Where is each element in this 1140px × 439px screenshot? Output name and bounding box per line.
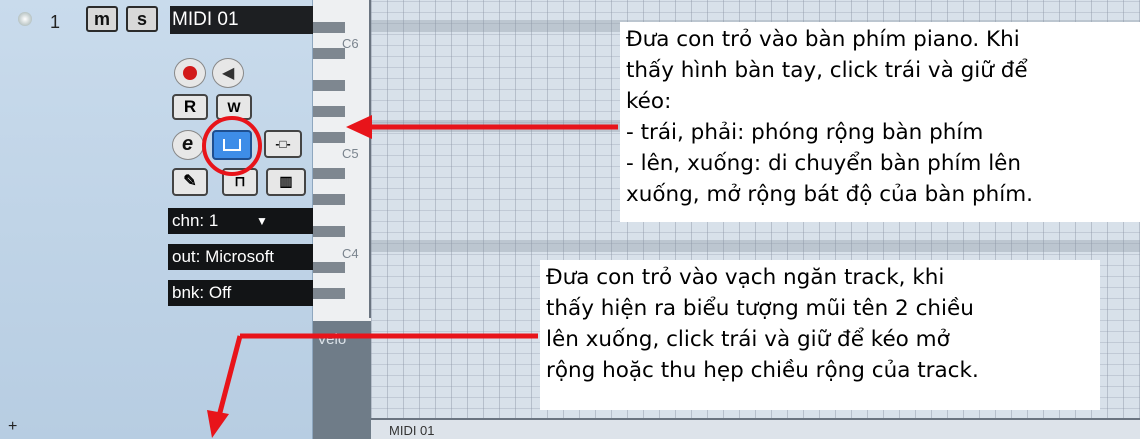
- track-inspector: 1 m s MIDI 01 ◀ R W e -□- ✎ ⊓ ▥ chn: 1 ▼…: [0, 0, 313, 439]
- speaker-icon: ◀: [222, 65, 235, 82]
- output-selector[interactable]: out: Microsoft: [168, 244, 313, 270]
- monitor-button[interactable]: ◀: [212, 58, 244, 88]
- pencil-icon: ✎: [183, 173, 197, 190]
- editor-tab[interactable]: MIDI 01: [389, 423, 435, 438]
- black-key: [313, 288, 345, 299]
- black-key: [313, 106, 345, 117]
- black-key: [313, 48, 345, 59]
- callout-line: thấy hiện ra biểu tượng mũi tên 2 chiều: [546, 296, 974, 321]
- record-enable-button[interactable]: [174, 58, 206, 88]
- velocity-lane[interactable]: Velo: [313, 318, 371, 439]
- bank-selector[interactable]: bnk: Off: [168, 280, 313, 306]
- callout-line: Đưa con trỏ vào bàn phím piano. Khi: [626, 27, 1020, 52]
- connector-icon: -□-: [275, 137, 291, 151]
- octave-label-c5: C5: [342, 146, 359, 161]
- callout-line: kéo:: [626, 89, 672, 114]
- callout-line: xuống, mở rộng bát độ của bàn phím.: [626, 182, 1033, 207]
- pencil-tool-button[interactable]: ✎: [172, 168, 208, 196]
- channel-selector[interactable]: chn: 1 ▼: [168, 208, 313, 234]
- track-name[interactable]: MIDI 01: [170, 6, 313, 34]
- black-key: [313, 168, 345, 179]
- velocity-label: Velo: [317, 331, 347, 348]
- mute-button[interactable]: m: [86, 6, 118, 32]
- callout-line: Đưa con trỏ vào vạch ngăn track, khi: [546, 265, 945, 290]
- callout-line: lên xuống, click trái và giữ để kéo mở: [546, 327, 950, 352]
- track-activity-indicator: [18, 12, 32, 26]
- write-automation-button[interactable]: W: [216, 94, 252, 120]
- lane-display-button[interactable]: [212, 130, 252, 160]
- piano-icon: ▥: [279, 173, 293, 189]
- octave-label-c4: C4: [342, 246, 359, 261]
- black-key: [313, 226, 345, 237]
- read-automation-button[interactable]: R: [172, 94, 208, 120]
- editor-tab-bar: MIDI 01: [371, 418, 1140, 439]
- track-number: 1: [50, 12, 61, 32]
- channel-value: chn: 1: [172, 211, 219, 230]
- black-key: [313, 132, 345, 143]
- record-icon: [183, 66, 197, 80]
- insert-button[interactable]: -□-: [264, 130, 302, 158]
- callout-line: thấy hình bàn tay, click trái và giữ để: [626, 58, 1028, 83]
- callout-line: rộng hoặc thu hẹp chiều rộng của track.: [546, 358, 979, 383]
- black-key: [313, 80, 345, 91]
- black-key: [313, 262, 345, 273]
- divider-tip-callout: Đưa con trỏ vào vạch ngăn track, khi thấ…: [540, 260, 1100, 410]
- edit-instrument-button[interactable]: e: [172, 130, 204, 160]
- black-key: [313, 22, 345, 33]
- keyboard-tip-callout: Đưa con trỏ vào bàn phím piano. Khi thấy…: [620, 22, 1140, 222]
- edit-label: e: [182, 133, 194, 155]
- solo-button[interactable]: s: [126, 6, 158, 32]
- keyboard-view-button[interactable]: ▥: [266, 168, 306, 196]
- lock-icon: ⊓: [234, 173, 246, 189]
- callout-line: - trái, phải: phóng rộng bàn phím: [626, 120, 984, 145]
- chevron-down-icon: ▼: [256, 214, 268, 228]
- add-track-button[interactable]: +: [8, 418, 17, 436]
- callout-line: - lên, xuống: di chuyển bàn phím lên: [626, 151, 1022, 176]
- black-key: [313, 194, 345, 205]
- lanes-icon: [223, 139, 241, 151]
- lock-button[interactable]: ⊓: [222, 168, 258, 196]
- octave-label-c6: C6: [342, 36, 359, 51]
